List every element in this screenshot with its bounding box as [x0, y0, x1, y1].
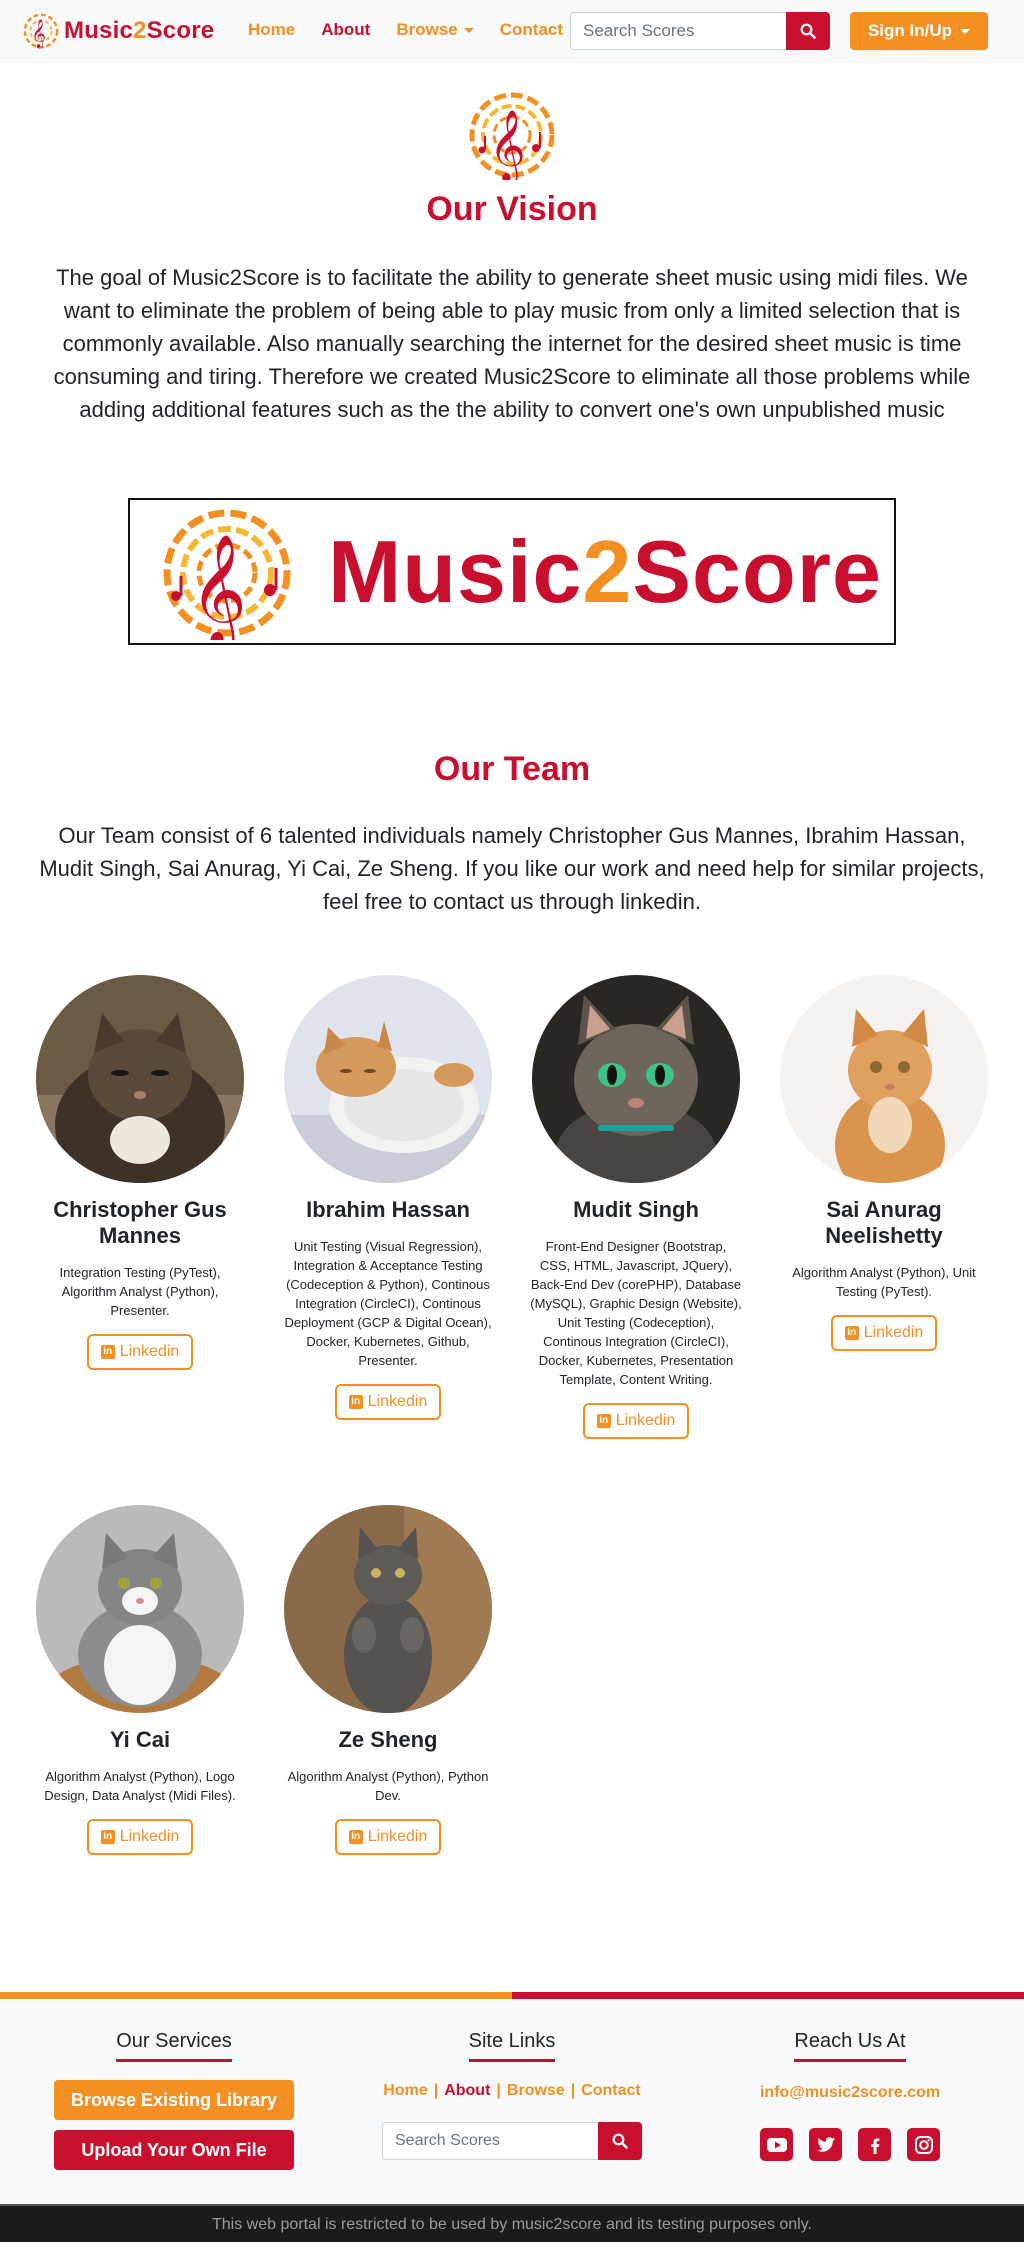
footer-search-form	[342, 2122, 682, 2160]
avatar	[36, 1505, 244, 1713]
footer-site-links: Site Links Home | About | Browse | Contact	[342, 2030, 682, 2160]
avatar	[36, 975, 244, 1183]
member-name: Sai Anurag Neelishetty	[825, 1197, 943, 1248]
linkedin-button[interactable]: in Linkedin	[334, 1819, 442, 1855]
caret-down-icon	[463, 28, 474, 34]
svg-text:𝄞: 𝄞	[32, 18, 47, 48]
team-member-card: Yi Cai Algorithm Analyst (Python), Logo …	[30, 1505, 250, 1855]
cat-photo-icon	[36, 1505, 244, 1713]
vision-paragraph: The goal of Music2Score is to facilitate…	[53, 265, 971, 422]
team-member-card: Ze Sheng Algorithm Analyst (Python), Pyt…	[278, 1505, 498, 1855]
footer-services: Our Services Browse Existing Library Upl…	[4, 2030, 344, 2170]
linkedin-button[interactable]: in Linkedin	[86, 1334, 194, 1370]
footer-links: Home | About | Browse | Contact	[383, 2082, 641, 2099]
team-member-card: Sai Anurag Neelishetty Algorithm Analyst…	[774, 975, 994, 1351]
member-name: Ibrahim Hassan	[306, 1197, 470, 1222]
footer-link-about[interactable]: About	[444, 2082, 490, 2099]
footer-link-browse[interactable]: Browse	[507, 2082, 565, 2099]
search-form	[570, 12, 830, 50]
avatar	[532, 975, 740, 1183]
brand-name: Music2Score	[64, 17, 215, 44]
footer-search-input[interactable]	[382, 2122, 598, 2160]
footer-link-contact[interactable]: Contact	[581, 2082, 641, 2099]
copyright-bar: This web portal is restricted to be used…	[0, 2204, 1024, 2242]
nav-links: Home About Browse Contact	[248, 20, 589, 40]
footer-accent-bar	[0, 1992, 1024, 1999]
linkedin-icon: in	[348, 1395, 363, 1409]
vision-title: Our Vision	[426, 190, 598, 228]
avatar	[284, 975, 492, 1183]
banner-wordmark: Music2Score	[328, 522, 882, 621]
svg-text:𝄞: 𝄞	[190, 533, 247, 640]
cat-photo-icon	[284, 1505, 492, 1713]
member-name: Ze Sheng	[338, 1727, 438, 1752]
logo-icon: 𝄞	[23, 13, 59, 48]
member-role: Unit Testing (Visual Regression), Integr…	[284, 1239, 492, 1368]
member-role: Algorithm Analyst (Python), Python Dev.	[287, 1769, 489, 1803]
search-icon	[612, 2133, 628, 2149]
facebook-icon[interactable]	[858, 2128, 891, 2161]
nav-browse-dropdown[interactable]: Browse	[396, 20, 474, 40]
linkedin-button[interactable]: in Linkedin	[334, 1384, 442, 1420]
youtube-icon[interactable]	[760, 2128, 793, 2161]
search-icon	[800, 23, 816, 39]
team-member-card: Christopher Gus Mannes Integration Testi…	[30, 975, 250, 1370]
linkedin-button[interactable]: in Linkedin	[830, 1315, 938, 1351]
member-role: Algorithm Analyst (Python), Logo Design,…	[44, 1769, 236, 1803]
cat-photo-icon	[284, 975, 492, 1183]
footer-search-button[interactable]	[598, 2122, 642, 2160]
search-input[interactable]	[570, 12, 786, 50]
linkedin-icon: in	[100, 1345, 115, 1359]
site-links-heading: Site Links	[468, 2030, 556, 2062]
linkedin-button[interactable]: in Linkedin	[582, 1403, 690, 1439]
cat-photo-icon	[780, 975, 988, 1183]
footer: Our Services Browse Existing Library Upl…	[0, 1992, 1024, 2204]
instagram-icon[interactable]	[907, 2128, 940, 2161]
member-name: Christopher Gus Mannes	[53, 1197, 227, 1248]
social-links	[680, 2128, 1020, 2161]
search-button[interactable]	[786, 12, 830, 50]
team-title: Our Team	[433, 750, 591, 788]
team-paragraph: Our Team consist of 6 talented individua…	[39, 823, 985, 914]
member-name: Mudit Singh	[573, 1197, 699, 1222]
member-name: Yi Cai	[109, 1727, 171, 1752]
caret-down-icon	[960, 28, 971, 34]
reach-heading: Reach Us At	[794, 2030, 906, 2062]
linkedin-icon: in	[100, 1830, 115, 1844]
svg-text:𝄞: 𝄞	[489, 108, 526, 180]
nav-about[interactable]: About	[321, 20, 370, 40]
music2score-banner: 𝄞 Music2Score	[128, 498, 896, 645]
cat-photo-icon	[532, 975, 740, 1183]
member-role: Algorithm Analyst (Python), Unit Testing…	[792, 1265, 976, 1299]
linkedin-icon: in	[844, 1326, 859, 1340]
member-role: Integration Testing (PyTest), Algorithm …	[59, 1265, 221, 1318]
browse-library-button[interactable]: Browse Existing Library	[54, 2080, 294, 2120]
team-member-card: Mudit Singh Front-End Designer (Bootstra…	[526, 975, 746, 1439]
upload-file-button[interactable]: Upload Your Own File	[54, 2130, 294, 2170]
nav-contact[interactable]: Contact	[500, 20, 563, 40]
linkedin-icon: in	[348, 1830, 363, 1844]
cat-photo-icon	[36, 975, 244, 1183]
services-heading: Our Services	[116, 2030, 232, 2062]
avatar	[284, 1505, 492, 1713]
music2score-logo-icon: 𝄞	[469, 92, 555, 180]
brand-link[interactable]: 𝄞 Music2Score	[22, 12, 214, 50]
twitter-icon[interactable]	[809, 2128, 842, 2161]
sign-in-up-dropdown[interactable]: Sign In/Up	[850, 12, 988, 50]
banner-logo-icon: 𝄞	[163, 509, 291, 640]
member-role: Front-End Designer (Bootstrap, CSS, HTML…	[530, 1239, 742, 1387]
team-member-card: Ibrahim Hassan Unit Testing (Visual Regr…	[278, 975, 498, 1420]
avatar	[780, 975, 988, 1183]
nav-home[interactable]: Home	[248, 20, 295, 40]
footer-link-home[interactable]: Home	[383, 2082, 427, 2099]
contact-email-link[interactable]: info@music2score.com	[680, 2084, 1020, 2102]
navbar: 𝄞 Music2Score Home About Browse Contact …	[0, 0, 1024, 62]
linkedin-button[interactable]: in Linkedin	[86, 1819, 194, 1855]
linkedin-icon: in	[596, 1414, 611, 1428]
footer-reach: Reach Us At info@music2score.com	[680, 2030, 1020, 2161]
